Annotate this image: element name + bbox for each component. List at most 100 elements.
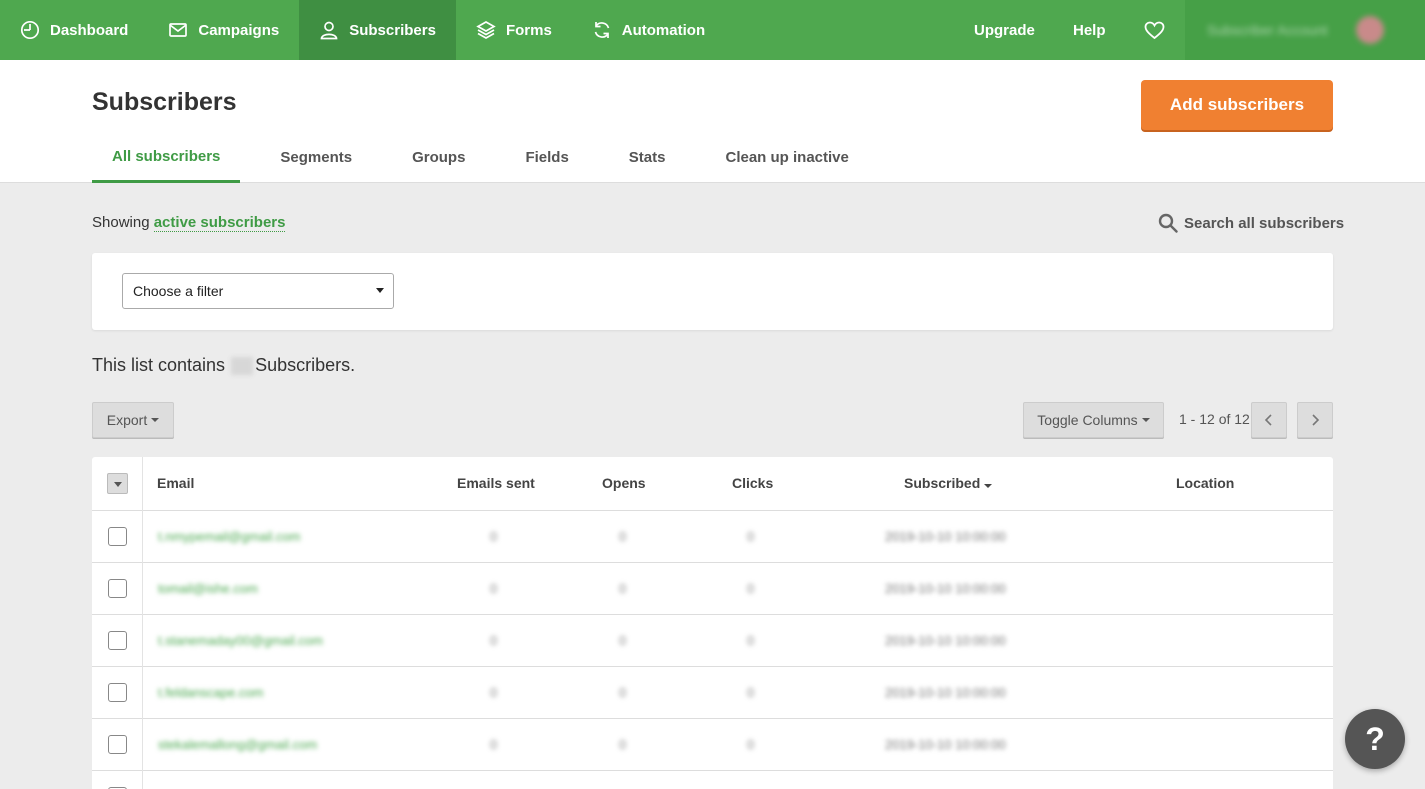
active-subscribers-link[interactable]: active subscribers [153, 214, 286, 232]
search-icon [1158, 213, 1178, 233]
column-location[interactable]: Location [1176, 475, 1234, 491]
layers-icon [476, 21, 496, 39]
search-all-label: Search all subscribers [1184, 214, 1345, 232]
table-row[interactable]: t.nmypemail@gmail.com 0 0 0 2019-10-10 1… [92, 511, 1333, 563]
filter-select[interactable]: Choose a filter [122, 273, 394, 309]
row-emails-sent: 0 [490, 529, 498, 544]
column-emails-sent[interactable]: Emails sent [457, 475, 535, 491]
column-clicks[interactable]: Clicks [732, 475, 773, 491]
tab-groups[interactable]: Groups [392, 132, 485, 183]
showing-text: Showing active subscribers [92, 214, 286, 232]
export-button[interactable]: Export [92, 402, 174, 438]
row-email[interactable]: t.feldanscape.com [158, 685, 264, 700]
dashboard-icon [20, 20, 40, 40]
tab-segments[interactable]: Segments [260, 132, 372, 183]
chevron-left-icon [1264, 414, 1272, 426]
row-opens: 0 [619, 633, 627, 648]
column-subscribed-label: Subscribed [904, 475, 981, 491]
page-title: Subscribers [92, 88, 237, 116]
nav-upgrade[interactable]: Upgrade [974, 0, 1035, 60]
refresh-icon [594, 22, 610, 38]
table-row[interactable] [92, 771, 1333, 789]
nav-campaigns[interactable]: Campaigns [148, 0, 299, 60]
export-label: Export [106, 412, 148, 428]
row-clicks: 0 [747, 685, 755, 700]
search-all-subscribers[interactable]: Search all subscribers [1158, 213, 1344, 233]
row-subscribed: 2019-10-10 10:00:00 [885, 581, 1006, 596]
row-subscribed: 2019-10-10 10:00:00 [885, 685, 1006, 700]
row-emails-sent: 0 [490, 737, 498, 752]
caret-down-icon [151, 418, 160, 422]
account-menu[interactable]: Subscriber Account [1185, 0, 1425, 60]
top-nav: Dashboard Campaigns Subscribers Forms Au… [0, 0, 1425, 60]
toggle-columns-button[interactable]: Toggle Columns [1023, 402, 1164, 438]
row-opens: 0 [619, 737, 627, 752]
filter-panel: Choose a filter [92, 253, 1333, 330]
filter-select-value: Choose a filter [133, 283, 224, 299]
avatar [1356, 16, 1384, 44]
row-email[interactable]: t.stanemaday00@gmail.com [158, 633, 323, 648]
list-count: This list contains Subscribers. [92, 355, 355, 376]
row-subscribed: 2019-10-10 10:00:00 [885, 737, 1006, 752]
row-opens: 0 [619, 581, 627, 596]
page-header: Subscribers Add subscribers All subscrib… [0, 60, 1425, 183]
table-row[interactable]: t.feldanscape.com 0 0 0 2019-10-10 10:00… [92, 667, 1333, 719]
prev-page-button[interactable] [1251, 402, 1287, 438]
table-header: Email Emails sent Opens Clicks Subscribe… [92, 457, 1333, 511]
column-email[interactable]: Email [157, 475, 194, 491]
checkbox-column [92, 457, 143, 789]
tab-all-subscribers[interactable]: All subscribers [92, 132, 241, 183]
table-row[interactable]: tomail@ishe.com 0 0 0 2019-10-10 10:00:0… [92, 563, 1333, 615]
add-subscribers-button[interactable]: Add subscribers [1141, 80, 1333, 130]
user-icon [320, 21, 338, 40]
row-emails-sent: 0 [490, 581, 498, 596]
table-row[interactable]: t.stanemaday00@gmail.com 0 0 0 2019-10-1… [92, 615, 1333, 667]
pagination-info: 1 - 12 of 12 [1179, 411, 1250, 427]
subscriber-count-redacted [231, 356, 254, 375]
row-email[interactable]: tomail@ishe.com [158, 581, 258, 596]
nav-subscribers[interactable]: Subscribers [299, 0, 456, 60]
account-name: Subscriber Account [1207, 22, 1328, 38]
toggle-columns-label: Toggle Columns [1037, 412, 1138, 428]
column-opens[interactable]: Opens [602, 475, 646, 491]
help-button[interactable]: ? [1345, 709, 1405, 769]
nav-dashboard[interactable]: Dashboard [0, 0, 148, 60]
row-clicks: 0 [747, 633, 755, 648]
row-emails-sent: 0 [490, 633, 498, 648]
select-all-dropdown[interactable] [107, 473, 128, 494]
caret-down-icon [1141, 418, 1150, 422]
envelope-icon [169, 23, 188, 37]
sort-desc-icon [984, 484, 993, 488]
nav-dashboard-label: Dashboard [50, 21, 129, 39]
row-clicks: 0 [747, 737, 755, 752]
row-clicks: 0 [747, 529, 755, 544]
nav-subscribers-label: Subscribers [349, 21, 436, 39]
nav-automation-label: Automation [621, 21, 706, 39]
next-page-button[interactable] [1297, 402, 1333, 438]
tab-stats[interactable]: Stats [609, 132, 686, 183]
nav-campaigns-label: Campaigns [198, 21, 280, 39]
nav-forms[interactable]: Forms [456, 0, 572, 60]
chevron-right-icon [1312, 414, 1320, 426]
list-count-suffix: Subscribers. [255, 355, 356, 375]
tab-clean-up-inactive[interactable]: Clean up inactive [705, 132, 868, 183]
row-clicks: 0 [747, 581, 755, 596]
subscribers-table: Email Emails sent Opens Clicks Subscribe… [92, 457, 1333, 789]
row-subscribed: 2019-10-10 10:00:00 [885, 529, 1006, 544]
nav-automation[interactable]: Automation [572, 0, 725, 60]
table-row[interactable]: stekalemallong@gmail.com 0 0 0 2019-10-1… [92, 719, 1333, 771]
row-emails-sent: 0 [490, 685, 498, 700]
row-opens: 0 [619, 685, 627, 700]
heart-icon [1144, 21, 1165, 39]
showing-prefix: Showing [92, 214, 150, 231]
nav-forms-label: Forms [505, 21, 552, 39]
chevron-down-icon [376, 288, 384, 293]
row-email[interactable]: t.nmypemail@gmail.com [158, 529, 301, 544]
nav-help[interactable]: Help [1073, 0, 1106, 60]
tab-fields[interactable]: Fields [505, 132, 588, 183]
nav-favorites[interactable] [1144, 0, 1165, 60]
row-subscribed: 2019-10-10 10:00:00 [885, 633, 1006, 648]
subscriber-tabs: All subscribers Segments Groups Fields S… [92, 132, 889, 183]
row-email[interactable]: stekalemallong@gmail.com [158, 737, 317, 752]
column-subscribed[interactable]: Subscribed [904, 475, 993, 491]
